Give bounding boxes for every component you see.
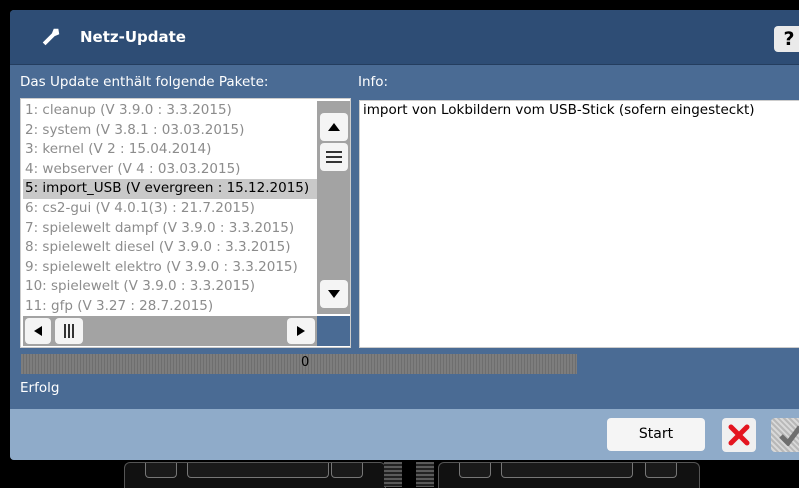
- vertical-scrollbar[interactable]: [317, 101, 350, 314]
- menu-lines-icon: [326, 151, 342, 163]
- netz-update-dialog: Netz-Update ? Das Update enthält folgend…: [10, 10, 799, 460]
- cancel-button[interactable]: [722, 418, 756, 452]
- info-text: import von Lokbildern vom USB-Stick (sof…: [363, 102, 755, 118]
- list-item[interactable]: 11: gfp (V 3.27 : 28.7.2015): [23, 297, 317, 314]
- background-grip: [416, 462, 434, 487]
- progress-value: 0: [301, 355, 310, 370]
- list-item[interactable]: 9: spielewelt elektro (V 3.9.0 : 3.3.201…: [23, 258, 317, 278]
- scroll-up-button[interactable]: [320, 113, 348, 141]
- background-grip: [384, 462, 402, 487]
- x-icon: [728, 424, 750, 446]
- scroll-right-button[interactable]: [287, 318, 315, 344]
- list-item[interactable]: 4: webserver (V 4 : 03.03.2015): [23, 160, 317, 180]
- list-item[interactable]: 3: kernel (V 2 : 15.04.2014): [23, 140, 317, 160]
- background-button: [501, 463, 633, 478]
- package-list[interactable]: 1: cleanup (V 3.9.0 : 3.3.2015) 2: syste…: [20, 98, 351, 348]
- list-item-selected[interactable]: 5: import_USB (V evergreen : 15.12.2015): [23, 179, 317, 199]
- info-text-area[interactable]: import von Lokbildern vom USB-Stick (sof…: [359, 100, 799, 348]
- background-panel-left: [124, 462, 386, 488]
- scrollbar-corner: [317, 316, 350, 346]
- background-button: [645, 463, 677, 478]
- triangle-up-icon: [328, 123, 340, 131]
- triangle-right-icon: [297, 326, 305, 336]
- grip-lines-icon: [64, 324, 74, 338]
- list-item[interactable]: 7: spielewelt dampf (V 3.9.0 : 3.3.2015): [23, 219, 317, 239]
- background-panel-right: [438, 462, 700, 488]
- triangle-left-icon: [34, 326, 42, 336]
- ok-button[interactable]: [771, 418, 799, 452]
- triangle-down-icon: [328, 290, 340, 298]
- horizontal-scroll-thumb[interactable]: [55, 318, 83, 344]
- list-item[interactable]: 6: cs2-gui (V 4.0.1(3) : 21.7.2015): [23, 199, 317, 219]
- list-item[interactable]: 8: spielewelt diesel (V 3.9.0 : 3.3.2015…: [23, 238, 317, 258]
- title-bar: Netz-Update ?: [10, 10, 799, 65]
- background-button: [145, 463, 177, 478]
- scroll-down-button[interactable]: [320, 280, 348, 308]
- package-list-items: 1: cleanup (V 3.9.0 : 3.3.2015) 2: syste…: [23, 101, 317, 314]
- scroll-thumb[interactable]: [320, 143, 348, 171]
- list-item[interactable]: 1: cleanup (V 3.9.0 : 3.3.2015): [23, 101, 317, 121]
- help-button[interactable]: ?: [774, 26, 799, 52]
- background-button: [459, 463, 491, 478]
- start-button[interactable]: Start: [607, 418, 705, 451]
- wrench-icon: [42, 28, 60, 46]
- status-text: Erfolg: [20, 380, 60, 396]
- background-button: [331, 463, 363, 478]
- progress-bar: 0: [21, 354, 577, 374]
- info-label: Info:: [358, 74, 389, 90]
- packages-label: Das Update enthält folgende Pakete:: [20, 74, 269, 90]
- list-item[interactable]: 2: system (V 3.8.1 : 03.03.2015): [23, 121, 317, 141]
- background-button: [187, 463, 329, 478]
- checkmark-icon: [779, 425, 799, 446]
- list-item[interactable]: 10: spielewelt (V 3.9.0 : 3.3.2015): [23, 277, 317, 297]
- scroll-left-button[interactable]: [25, 318, 51, 344]
- horizontal-scrollbar[interactable]: [23, 316, 317, 346]
- dialog-title: Netz-Update: [80, 28, 186, 46]
